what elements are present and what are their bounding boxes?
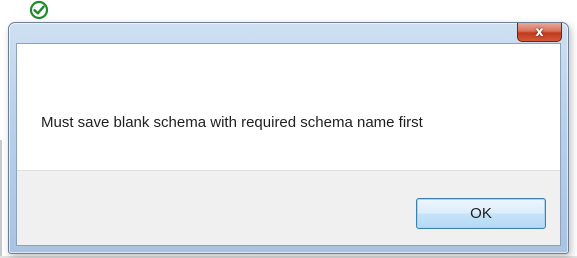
close-icon: x (535, 24, 544, 40)
close-button[interactable]: x (517, 23, 562, 42)
background-window-edge (0, 140, 2, 258)
dialog-button-bar: OK (17, 170, 560, 245)
dialog-message: Must save blank schema with required sch… (41, 114, 423, 131)
message-dialog: x Must save blank schema with required s… (8, 22, 569, 254)
dialog-title-bar[interactable]: x (9, 23, 568, 43)
screen: x Must save blank schema with required s… (0, 0, 577, 258)
ok-button[interactable]: OK (416, 198, 546, 229)
checkmark-circle-icon (29, 0, 49, 20)
dialog-client-area: Must save blank schema with required sch… (16, 43, 561, 246)
dialog-content: Must save blank schema with required sch… (17, 44, 560, 170)
